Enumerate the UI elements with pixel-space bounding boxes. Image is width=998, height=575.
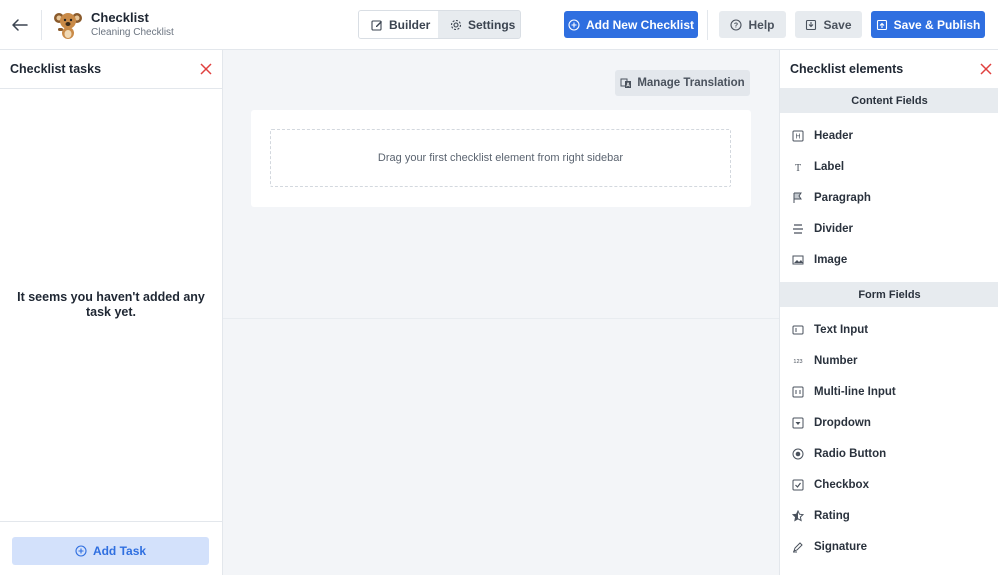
svg-text:?: ?: [734, 22, 738, 29]
tasks-sidebar-title: Checklist tasks: [10, 62, 102, 76]
divider: [707, 10, 708, 40]
element-label: Paragraph: [814, 191, 871, 204]
element-number[interactable]: 123 Number: [780, 345, 998, 376]
element-label: Header: [814, 129, 853, 142]
help-button[interactable]: ? Help: [719, 11, 786, 38]
divider: [41, 10, 42, 40]
element-label: Number: [814, 354, 858, 367]
help-label: Help: [748, 17, 775, 32]
element-rating[interactable]: Rating: [780, 500, 998, 531]
elements-sidebar-title: Checklist elements: [790, 62, 904, 76]
back-arrow-icon[interactable]: [9, 14, 31, 36]
text-input-icon: [792, 324, 804, 336]
plus-circle-icon: [75, 545, 87, 557]
add-task-button[interactable]: Add Task: [12, 537, 209, 565]
plus-circle-icon: [568, 18, 580, 31]
empty-tasks-message: It seems you haven't added any task yet.: [17, 290, 205, 319]
signature-icon: [792, 541, 804, 553]
dropzone[interactable]: Drag your first checklist element from r…: [270, 129, 731, 187]
element-header[interactable]: H Header: [780, 120, 998, 151]
save-button[interactable]: Save: [795, 11, 862, 38]
dropdown-icon: [792, 417, 804, 429]
radio-icon: [792, 448, 804, 460]
element-label: Divider: [814, 222, 853, 235]
koala-logo-icon: [53, 10, 83, 40]
element-label: Dropdown: [814, 416, 871, 429]
top-bar: Checklist Cleaning Checklist Builder Set…: [0, 0, 998, 50]
svg-text:A: A: [627, 83, 631, 89]
close-icon[interactable]: [199, 62, 213, 76]
save-publish-button[interactable]: Save & Publish: [871, 11, 985, 38]
tab-builder-label: Builder: [389, 17, 431, 32]
element-label-field[interactable]: T Label: [780, 151, 998, 182]
element-label: Label: [814, 160, 845, 173]
element-image[interactable]: Image: [780, 244, 998, 275]
tab-settings-label: Settings: [468, 17, 516, 32]
translate-icon: A: [620, 77, 632, 89]
element-label: Signature: [814, 540, 868, 553]
element-divider[interactable]: Divider: [780, 213, 998, 244]
add-task-label: Add Task: [92, 544, 147, 558]
element-signature[interactable]: Signature: [780, 531, 998, 562]
element-label: Radio Button: [814, 447, 887, 460]
manage-translation-button[interactable]: A Manage Translation: [615, 70, 750, 96]
tasks-sidebar: Checklist tasks It seems you haven't add…: [0, 50, 223, 575]
element-dropdown[interactable]: Dropdown: [780, 407, 998, 438]
save-icon: [805, 19, 817, 31]
add-new-checklist-button[interactable]: Add New Checklist: [564, 11, 698, 38]
element-label: Checkbox: [814, 478, 869, 491]
builder-canvas: A Manage Translation Drag your first che…: [223, 50, 779, 575]
save-publish-label: Save & Publish: [893, 17, 981, 32]
svg-text:T: T: [795, 163, 801, 173]
save-label: Save: [823, 17, 852, 32]
tasks-sidebar-footer: Add Task: [0, 521, 222, 575]
svg-text:H: H: [795, 133, 800, 140]
star-icon: [792, 509, 804, 522]
element-label: Rating: [814, 509, 850, 522]
manage-translation-label: Manage Translation: [637, 77, 745, 89]
element-text-input[interactable]: Text Input: [780, 314, 998, 345]
paragraph-icon: [792, 192, 804, 204]
element-label: Image: [814, 253, 848, 266]
header-icon: H: [792, 130, 804, 142]
text-icon: T: [792, 161, 804, 173]
svg-text:123: 123: [793, 359, 802, 365]
content-fields-header: Content Fields: [780, 88, 998, 113]
close-icon[interactable]: [979, 62, 993, 76]
page-title: Checklist: [91, 10, 149, 25]
divider: [223, 318, 779, 319]
page-subtitle: Cleaning Checklist: [91, 27, 174, 38]
tasks-sidebar-header: Checklist tasks: [0, 50, 222, 89]
element-checkbox[interactable]: Checkbox: [780, 469, 998, 500]
element-multiline-input[interactable]: Multi-line Input: [780, 376, 998, 407]
gear-icon: [450, 19, 462, 31]
tab-builder[interactable]: Builder: [359, 11, 438, 38]
add-new-checklist-label: Add New Checklist: [585, 17, 695, 32]
element-label: Text Input: [814, 323, 869, 336]
multiline-icon: [792, 386, 804, 398]
question-circle-icon: ?: [730, 18, 743, 31]
elements-sidebar: Checklist elements Content Fields H Head…: [779, 50, 998, 575]
number-icon: 123: [792, 355, 804, 367]
edit-icon: [371, 19, 383, 31]
form-fields-header: Form Fields: [780, 282, 998, 307]
image-icon: [792, 254, 804, 266]
dropzone-text: Drag your first checklist element from r…: [377, 152, 624, 164]
view-toggle: Builder Settings: [358, 10, 521, 39]
canvas-card: Drag your first checklist element from r…: [251, 110, 751, 207]
element-radio-button[interactable]: Radio Button: [780, 438, 998, 469]
tab-settings[interactable]: Settings: [438, 11, 520, 38]
divider-icon: [792, 223, 804, 235]
element-paragraph[interactable]: Paragraph: [780, 182, 998, 213]
element-label: Multi-line Input: [814, 385, 896, 398]
upload-icon: [876, 19, 888, 31]
checkbox-icon: [792, 479, 804, 491]
